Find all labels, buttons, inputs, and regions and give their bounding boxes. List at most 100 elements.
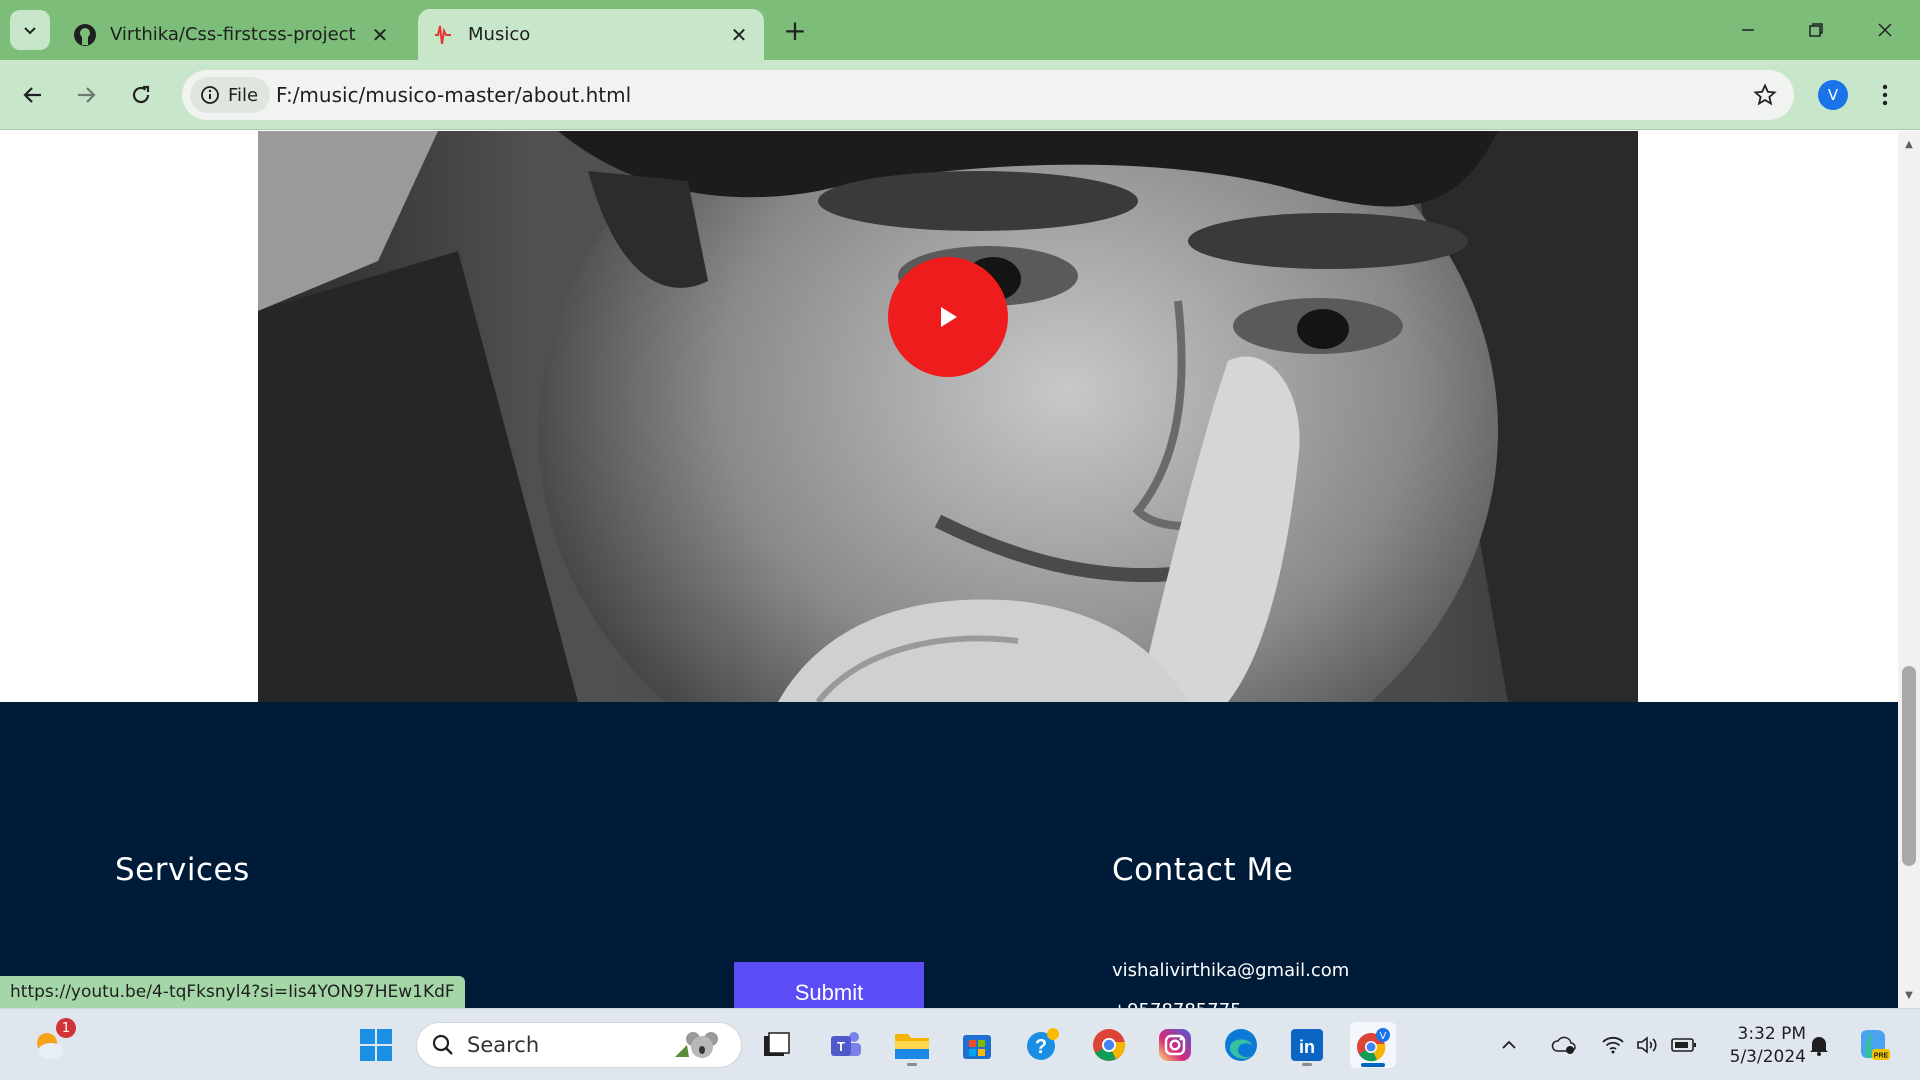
help-icon: ?	[1027, 1028, 1059, 1060]
linkedin-icon: in	[1291, 1029, 1323, 1061]
teams-icon: T	[831, 1032, 861, 1056]
network-tray-button[interactable]	[1597, 1022, 1629, 1068]
star-icon	[1753, 83, 1777, 106]
browser-menu-button[interactable]	[1870, 75, 1900, 115]
url-text[interactable]: F:/music/musico-master/about.html	[276, 70, 631, 120]
bookmark-button[interactable]	[1750, 80, 1780, 110]
wifi-icon	[1602, 1036, 1624, 1054]
chevron-up-icon	[1502, 1040, 1516, 1049]
copilot-button[interactable]: PRE	[1850, 1022, 1896, 1068]
volume-tray-button[interactable]	[1632, 1022, 1664, 1068]
chrome-icon	[1093, 1029, 1126, 1061]
svg-text:V: V	[1380, 1031, 1387, 1042]
clock-time: 3:32 PM	[1737, 1024, 1807, 1044]
svg-text:PRE: PRE	[1874, 1053, 1889, 1060]
clock[interactable]: 3:32 PM 5/3/2024	[1718, 1023, 1806, 1069]
close-icon[interactable]: ✕	[365, 20, 395, 50]
chrome-button[interactable]	[1086, 1022, 1132, 1068]
chevron-down-icon	[24, 27, 36, 35]
taskbar-search[interactable]: Search	[416, 1022, 742, 1068]
info-icon	[201, 86, 219, 104]
link-status-bubble: https://youtu.be/4-tqFksnyl4?si=Iis4YON9…	[0, 976, 465, 1008]
scroll-down-icon[interactable]: ▼	[1902, 988, 1916, 1002]
chrome-profile-button[interactable]: V	[1350, 1022, 1396, 1068]
svg-text:in: in	[1299, 1037, 1315, 1057]
contact-phone[interactable]: +9578785775	[1112, 1000, 1242, 1008]
edge-icon	[1225, 1029, 1257, 1061]
linkedin-button[interactable]: in	[1284, 1022, 1330, 1068]
chrome-profile-icon: V	[1357, 1028, 1390, 1062]
browser-toolbar: File F:/music/musico-master/about.html V	[0, 60, 1920, 130]
edge-button[interactable]	[1218, 1022, 1264, 1068]
github-icon	[72, 22, 98, 48]
site-info-chip[interactable]: File	[190, 77, 271, 113]
arrow-left-icon	[23, 87, 41, 103]
store-icon	[963, 1035, 991, 1059]
minimize-button[interactable]	[1723, 10, 1773, 50]
musico-favicon	[430, 22, 456, 48]
video-thumbnail	[258, 131, 1638, 702]
start-button[interactable]	[353, 1022, 399, 1068]
show-hidden-icons-button[interactable]	[1494, 1022, 1524, 1068]
video-play-button[interactable]	[888, 257, 1008, 377]
scroll-up-icon[interactable]: ▲	[1902, 137, 1916, 151]
page-viewport: Services Contact Me vishalivirthika@gmai…	[0, 131, 1898, 1008]
contact-heading: Contact Me	[1112, 852, 1294, 888]
running-indicator	[907, 1063, 917, 1066]
weather-widget[interactable]: 1	[26, 1018, 76, 1068]
search-icon	[432, 1034, 453, 1055]
instagram-button[interactable]	[1152, 1022, 1198, 1068]
onedrive-tray-button[interactable]	[1548, 1022, 1580, 1068]
windows-taskbar: 1 Search T ? in V 3:32 PM 5/3/2024 PRE	[0, 1008, 1920, 1080]
copilot-icon: PRE	[1861, 1030, 1890, 1060]
reload-button[interactable]	[121, 75, 161, 115]
speaker-icon	[1637, 1036, 1657, 1054]
battery-tray-button[interactable]	[1668, 1022, 1700, 1068]
tab-musico[interactable]: Musico ✕	[418, 9, 764, 60]
close-window-button[interactable]	[1860, 10, 1910, 50]
restore-button[interactable]	[1791, 10, 1841, 50]
contact-email[interactable]: vishalivirthika@gmail.com	[1112, 960, 1349, 981]
more-vertical-icon	[1882, 84, 1888, 106]
notifications-button[interactable]	[1804, 1022, 1834, 1068]
site-footer: Services Contact Me vishalivirthika@gmai…	[0, 702, 1898, 1008]
search-label: Search	[467, 1033, 540, 1057]
get-help-button[interactable]: ?	[1020, 1022, 1066, 1068]
restore-icon	[1809, 23, 1823, 37]
tab-title: Virthika/Css-firstcss-project	[110, 24, 356, 45]
services-heading: Services	[115, 852, 250, 888]
bell-icon	[1810, 1037, 1828, 1056]
tab-github[interactable]: Virthika/Css-firstcss-project ✕	[60, 9, 405, 60]
close-icon	[1878, 23, 1892, 37]
back-button[interactable]	[13, 75, 53, 115]
page-scrollbar[interactable]: ▲ ▼	[1898, 131, 1920, 1008]
scrollbar-thumb[interactable]	[1902, 666, 1916, 866]
youtube-video-embed[interactable]	[258, 131, 1638, 702]
tab-search-button[interactable]	[10, 10, 50, 50]
active-indicator	[1361, 1063, 1385, 1067]
close-icon[interactable]: ✕	[724, 20, 754, 50]
address-bar[interactable]: File F:/music/musico-master/about.html	[182, 70, 1794, 120]
play-icon	[941, 307, 957, 327]
task-view-button[interactable]	[753, 1022, 799, 1068]
new-tab-button[interactable]: +	[780, 14, 810, 47]
minimize-icon	[1742, 29, 1754, 31]
teams-button[interactable]: T	[823, 1022, 869, 1068]
cloud-icon	[1551, 1036, 1576, 1054]
store-button[interactable]	[954, 1022, 1000, 1068]
submit-button[interactable]: Submit	[734, 962, 924, 1008]
start-icon	[360, 1029, 392, 1061]
svg-text:T: T	[837, 1039, 845, 1054]
forward-button[interactable]	[66, 75, 106, 115]
file-explorer-button[interactable]	[889, 1022, 935, 1068]
koala-highlight-icon	[675, 1032, 718, 1058]
battery-icon	[1671, 1038, 1696, 1052]
instagram-icon	[1159, 1029, 1191, 1061]
arrow-right-icon	[78, 87, 96, 103]
reload-icon	[132, 85, 150, 104]
tab-title: Musico	[468, 24, 531, 45]
clock-date: 5/3/2024	[1729, 1047, 1806, 1067]
task-view-icon	[764, 1032, 790, 1056]
svg-text:?: ?	[1035, 1036, 1047, 1058]
profile-avatar[interactable]: V	[1818, 80, 1848, 110]
